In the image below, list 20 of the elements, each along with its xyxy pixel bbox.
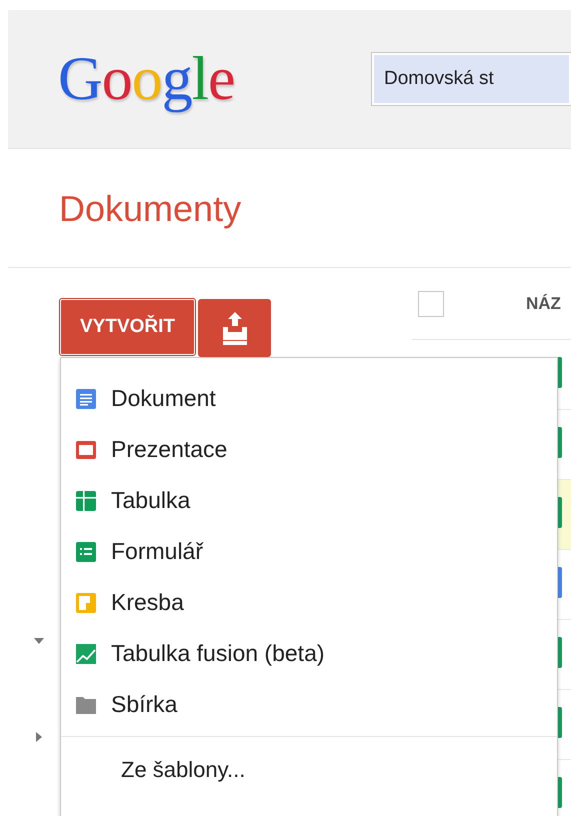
page-title: Dokumenty <box>59 188 242 230</box>
menu-item[interactable]: Prezentace <box>61 424 557 475</box>
menu-item[interactable]: Ze šablony... <box>121 757 246 783</box>
presentation-icon <box>75 438 97 460</box>
column-header[interactable]: NÁZ <box>526 294 561 314</box>
google-logo[interactable]: Google <box>58 44 371 114</box>
drawing-icon <box>75 592 97 614</box>
create-button[interactable]: VYTVOŘIT <box>60 299 196 355</box>
upload-button[interactable] <box>198 299 272 357</box>
menu-item[interactable]: Dokument <box>61 373 557 424</box>
search-field[interactable]: Domovská st <box>371 52 571 106</box>
menu-item[interactable]: Tabulka <box>61 475 557 526</box>
menu-item[interactable]: Tabulka fusion (beta) <box>61 628 557 679</box>
document-icon <box>75 388 97 410</box>
menu-item[interactable]: Sbírka <box>61 679 557 730</box>
spreadsheet-icon <box>75 490 97 512</box>
form-icon <box>75 540 97 562</box>
menu-item[interactable]: Formulář <box>61 526 557 577</box>
menu-item[interactable]: Kresba <box>61 577 557 628</box>
select-all-checkbox[interactable] <box>418 290 444 316</box>
